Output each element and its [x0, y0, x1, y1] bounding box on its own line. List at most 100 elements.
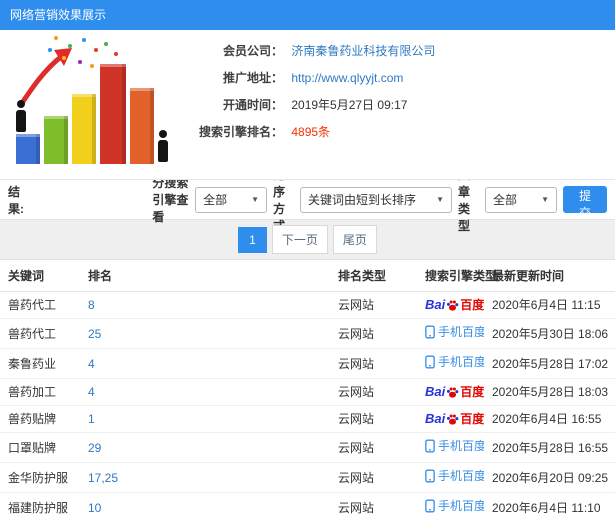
- mobile-baidu-badge[interactable]: 手机百度: [425, 324, 484, 340]
- engine-filter-value: 全部: [203, 193, 228, 207]
- open-time-label: 开通时间：: [222, 98, 283, 112]
- article-type-select[interactable]: 全部 ▼: [484, 186, 557, 213]
- mobile-baidu-badge[interactable]: 手机百度: [425, 498, 484, 514]
- rank-link[interactable]: 4: [88, 357, 95, 371]
- engine-cell: 手机百度: [417, 348, 484, 379]
- rank-count-field: 搜索引擎排名： 4895条: [185, 119, 435, 146]
- baidu-logo[interactable]: Bai 百度: [425, 411, 484, 427]
- time-cell: 2020年6月20日 09:25: [484, 462, 615, 493]
- page-button-current[interactable]: 1: [238, 226, 267, 253]
- table-row: 福建防护服 10 云网站 手机百度 2020年6月4日 11:10: [0, 492, 615, 520]
- growth-chart-illustration: [6, 34, 178, 176]
- keyword-cell: 口罩贴牌: [0, 432, 80, 463]
- rank-link[interactable]: 29: [88, 441, 101, 455]
- chart-bar: [100, 64, 126, 164]
- column-header-keyword: 关键词: [0, 260, 80, 292]
- engine-cell: 手机百度: [417, 462, 484, 493]
- mobile-baidu-badge[interactable]: 手机百度: [425, 438, 484, 454]
- company-link[interactable]: 济南秦鲁药业科技有限公司: [291, 44, 435, 58]
- rank-type-cell: 云网站: [330, 348, 417, 379]
- chart-bar: [130, 88, 154, 164]
- table-row: 兽药加工 4 云网站 Bai 百度 2020年5月28日 18:03: [0, 378, 615, 406]
- baidu-paw-icon: [447, 413, 459, 425]
- baidu-logo[interactable]: Bai 百度: [425, 297, 484, 313]
- rank-link[interactable]: 4: [88, 385, 95, 399]
- chevron-down-icon: ▼: [436, 195, 445, 204]
- mobile-baidu-badge[interactable]: 手机百度: [425, 354, 484, 370]
- rank-count-value: 4895条: [291, 125, 331, 139]
- keyword-cell: 兽药加工: [0, 378, 80, 406]
- keyword-table: 关键词 排名 排名类型 搜索引擎类型 最新更新时间 兽药代工 8 云网站 Bai…: [0, 260, 615, 520]
- baidu-chars-text: 百度: [460, 412, 484, 426]
- person-figure: [14, 100, 27, 134]
- phone-icon: [425, 439, 435, 453]
- engine-cell: Bai 百度: [417, 291, 484, 319]
- time-cell: 2020年5月28日 18:03: [484, 378, 615, 406]
- company-label: 会员公司：: [222, 44, 283, 58]
- open-time-field: 开通时间： 2019年5月27日 09:17: [185, 92, 435, 119]
- phone-icon: [425, 499, 435, 513]
- mobile-baidu-label: 手机百度: [438, 499, 484, 513]
- chevron-down-icon: ▼: [251, 195, 260, 204]
- mobile-baidu-label: 手机百度: [438, 355, 484, 369]
- article-type-value: 全部: [492, 193, 517, 207]
- title-bar: 网络营销效果展示: [0, 0, 615, 30]
- time-cell: 2020年5月30日 18:06: [484, 318, 615, 349]
- company-field: 会员公司： 济南秦鲁药业科技有限公司: [185, 38, 435, 65]
- baidu-bai-text: Bai: [425, 411, 446, 426]
- table-row: 口罩贴牌 29 云网站 手机百度 2020年5月28日 16:55: [0, 432, 615, 463]
- table-row: 兽药代工 8 云网站 Bai 百度 2020年6月4日 11:15: [0, 291, 615, 319]
- phone-icon: [425, 355, 435, 369]
- phone-icon: [425, 325, 435, 339]
- column-header-engine: 搜索引擎类型: [417, 260, 497, 292]
- last-page-button[interactable]: 尾页: [332, 225, 377, 254]
- next-page-button[interactable]: 下一页: [271, 225, 328, 254]
- promo-url-label: 推广地址：: [222, 71, 283, 85]
- mobile-baidu-label: 手机百度: [438, 469, 484, 483]
- member-info: 会员公司： 济南秦鲁药业科技有限公司 推广地址： http://www.qlyy…: [185, 38, 435, 146]
- rank-type-cell: 云网站: [330, 291, 417, 319]
- mobile-baidu-badge[interactable]: 手机百度: [425, 468, 484, 484]
- rank-link[interactable]: 10: [88, 501, 101, 515]
- rank-link[interactable]: 8: [88, 298, 95, 312]
- open-time-value: 2019年5月27日 09:17: [291, 98, 408, 112]
- chart-bar: [16, 134, 40, 164]
- engine-cell: 手机百度: [417, 432, 484, 463]
- engine-cell: 手机百度: [417, 318, 484, 349]
- baidu-paw-icon: [447, 386, 459, 398]
- engine-cell: 手机百度: [417, 492, 484, 520]
- rank-link[interactable]: 1: [88, 412, 95, 426]
- rank-link[interactable]: 25: [88, 327, 101, 341]
- time-cell: 2020年5月28日 17:02: [484, 348, 615, 379]
- rank-type-cell: 云网站: [330, 318, 417, 349]
- promo-url-field: 推广地址： http://www.qlyyjt.com: [185, 65, 435, 92]
- chevron-down-icon: ▼: [541, 195, 549, 204]
- submit-button[interactable]: 提交: [562, 186, 607, 220]
- mobile-baidu-label: 手机百度: [438, 439, 484, 453]
- engine-cell: Bai 百度: [417, 378, 484, 406]
- table-header-row: 关键词 排名 排名类型 搜索引擎类型 最新更新时间: [0, 260, 615, 292]
- time-cell: 2020年6月4日 11:10: [484, 492, 615, 520]
- rank-type-cell: 云网站: [330, 432, 417, 463]
- engine-cell: Bai 百度: [417, 405, 484, 433]
- keyword-table-body: 兽药代工 8 云网站 Bai 百度 2020年6月4日 11:15 兽药代工 2…: [0, 291, 615, 520]
- baidu-bai-text: Bai: [425, 297, 446, 312]
- keyword-cell: 福建防护服: [0, 492, 80, 520]
- baidu-chars-text: 百度: [460, 298, 484, 312]
- keyword-cell: 金华防护服: [0, 462, 80, 493]
- result-section-label: 结果:: [8, 184, 24, 216]
- rank-link[interactable]: 17,25: [88, 471, 118, 485]
- person-figure: [156, 130, 169, 164]
- engine-filter-select[interactable]: 全部 ▼: [195, 186, 268, 213]
- mobile-baidu-label: 手机百度: [438, 325, 484, 339]
- phone-icon: [425, 469, 435, 483]
- table-row: 兽药贴牌 1 云网站 Bai 百度 2020年6月4日 16:55: [0, 405, 615, 433]
- keyword-cell: 兽药贴牌: [0, 405, 80, 433]
- column-header-updated: 最新更新时间: [484, 260, 615, 292]
- rank-type-cell: 云网站: [330, 492, 417, 520]
- sort-select[interactable]: 关键词由短到长排序 ▼: [300, 186, 453, 213]
- baidu-logo[interactable]: Bai 百度: [425, 384, 484, 400]
- promo-url-link[interactable]: http://www.qlyyjt.com: [291, 71, 403, 85]
- column-header-rank: 排名: [80, 260, 330, 292]
- info-panel: 会员公司： 济南秦鲁药业科技有限公司 推广地址： http://www.qlyy…: [0, 30, 615, 180]
